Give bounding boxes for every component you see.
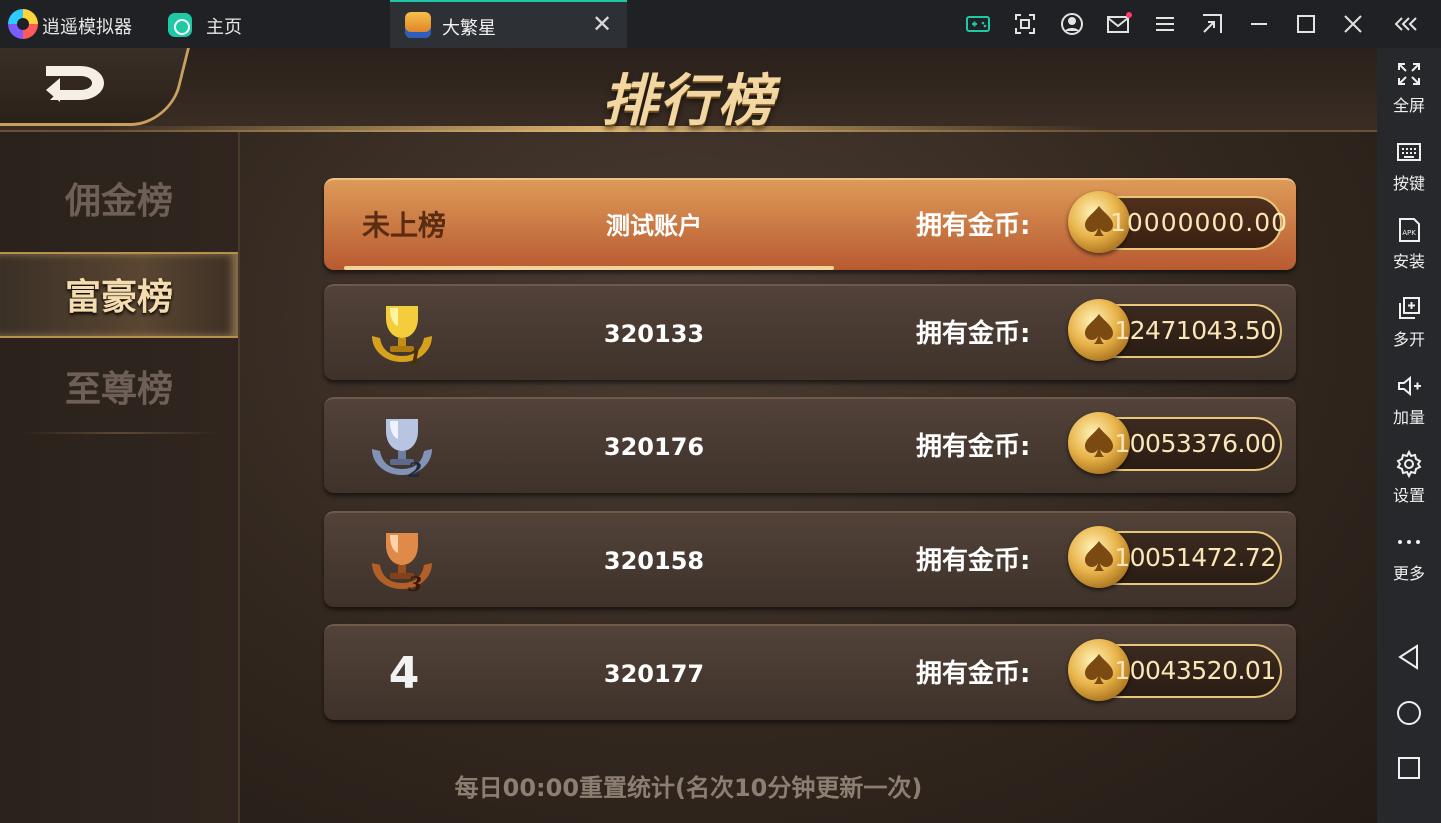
- self-username: 测试账户: [606, 212, 702, 240]
- coin-value: 10051472.72: [1114, 543, 1276, 572]
- bronze-medal-icon: 3: [372, 533, 432, 596]
- coin-display: 12471043.50: [1068, 299, 1282, 361]
- shrink-icon[interactable]: [1198, 10, 1226, 38]
- multi-instance-icon: [1399, 297, 1420, 319]
- fullscreen-icon: [1398, 63, 1420, 85]
- coin-value: 12471043.50: [1114, 316, 1276, 345]
- minimize-icon[interactable]: [1245, 10, 1273, 38]
- gold-medal-icon: 1: [372, 306, 432, 369]
- self-rank-row: 未上榜 测试账户 拥有金币: 10000000.00: [324, 178, 1296, 270]
- tab-home[interactable]: 主页: [160, 0, 388, 48]
- coin-display: 10043520.01: [1068, 639, 1282, 701]
- row-username: 320177: [603, 660, 705, 688]
- coin-display: 10000000.00: [1068, 191, 1289, 253]
- tab-commission[interactable]: 佣金榜: [0, 158, 238, 244]
- home-tab-icon: [168, 13, 192, 37]
- back-icon[interactable]: [1394, 642, 1424, 672]
- coin-label: 拥有金币:: [916, 546, 1031, 576]
- coin-label: 拥有金币:: [916, 432, 1031, 462]
- menu-icon[interactable]: [1151, 10, 1179, 38]
- silver-medal-icon: 2: [372, 419, 432, 482]
- silver-medal-digit: 2: [407, 458, 422, 482]
- sidebar-item-more[interactable]: 更多: [1377, 518, 1441, 588]
- user-icon[interactable]: [1058, 10, 1086, 38]
- emulator-titlebar: 逍遥模拟器 主页 大繁星 ✕: [0, 0, 1441, 48]
- sidebar-item-keymap[interactable]: 按键: [1377, 128, 1441, 198]
- bronze-medal-digit: 3: [408, 572, 422, 596]
- mail-icon[interactable]: [1104, 10, 1132, 38]
- sidebar-item-volume[interactable]: 加量: [1377, 362, 1441, 432]
- maximize-icon[interactable]: [1292, 10, 1320, 38]
- emulator-sidebar: 全屏 按键 APK 安装 多开 加量 设置 更多: [1377, 48, 1441, 823]
- tab-close-icon[interactable]: ✕: [592, 10, 612, 38]
- close-icon[interactable]: [1339, 10, 1367, 38]
- reset-note: 每日00:00重置统计(名次10分钟更新一次): [454, 774, 923, 802]
- apk-icon: APK: [1399, 218, 1420, 242]
- volume-up-icon: [1398, 375, 1421, 397]
- self-rank-label: 未上榜: [361, 209, 446, 242]
- table-row: 1 320133 拥有金币: 12471043.50: [324, 284, 1296, 380]
- keyboard-icon: [1397, 143, 1421, 161]
- recent-square-icon[interactable]: [1394, 753, 1424, 783]
- page-title: 排行榜: [601, 68, 776, 134]
- sidebar-label-install: 安装: [1392, 252, 1425, 271]
- row-rank-number: 4: [388, 648, 420, 699]
- more-icon: [1398, 540, 1420, 544]
- game-tab-icon: [405, 12, 431, 38]
- category-menu: 佣金榜 富豪榜 至尊榜: [0, 132, 240, 823]
- row-username: 320176: [603, 433, 705, 461]
- coin-display: 10053376.00: [1068, 412, 1282, 474]
- screenshot-icon[interactable]: [1011, 10, 1039, 38]
- collapse-icon[interactable]: [1394, 10, 1422, 38]
- app-name: 逍遥模拟器: [42, 17, 132, 38]
- sidebar-label-fullscreen: 全屏: [1392, 96, 1425, 115]
- row-username: 320158: [603, 547, 705, 575]
- gamepad-icon[interactable]: [964, 10, 992, 38]
- coin-value: 10000000.00: [1110, 208, 1289, 237]
- sidebar-label-more: 更多: [1392, 564, 1425, 583]
- sidebar-label-volume: 加量: [1392, 408, 1425, 427]
- sidebar-item-multi[interactable]: 多开: [1377, 284, 1441, 354]
- table-row: 2 320176 拥有金币: 10053376.00: [324, 397, 1296, 493]
- tab-supreme[interactable]: 至尊榜: [0, 346, 238, 432]
- sidebar-item-fullscreen[interactable]: 全屏: [1377, 50, 1441, 120]
- coin-value: 10053376.00: [1114, 429, 1276, 458]
- coin-value: 10043520.01: [1114, 656, 1276, 685]
- table-row: 3 320158 拥有金币: 10051472.72: [324, 511, 1296, 607]
- gear-icon: [1396, 450, 1422, 478]
- sidebar-label-settings: 设置: [1392, 486, 1425, 505]
- tab-wealth[interactable]: 富豪榜: [0, 252, 238, 338]
- row-username: 320133: [603, 320, 705, 348]
- coin-label: 拥有金币:: [916, 211, 1031, 241]
- coin-display: 10051472.72: [1068, 526, 1282, 588]
- coin-label: 拥有金币:: [916, 319, 1031, 349]
- sidebar-item-settings[interactable]: 设置: [1377, 440, 1441, 510]
- sidebar-label-keymap: 按键: [1392, 174, 1425, 193]
- game-screen: 排行榜 佣金榜 富豪榜 至尊榜 未上榜 测试账户 拥有金币: 10000000.…: [0, 48, 1377, 823]
- sidebar-item-install[interactable]: APK 安装: [1377, 206, 1441, 276]
- gold-medal-digit: 1: [408, 345, 422, 369]
- home-circle-icon[interactable]: [1394, 698, 1424, 728]
- app-logo-icon: [8, 9, 38, 39]
- table-row: 4 320177 拥有金币: 10043520.01: [324, 624, 1296, 720]
- sidebar-label-multi: 多开: [1392, 330, 1425, 349]
- self-row-highlight: [344, 266, 834, 270]
- tab-game[interactable]: 大繁星 ✕: [390, 0, 627, 48]
- category-divider: [20, 432, 220, 434]
- coin-label: 拥有金币:: [916, 659, 1031, 689]
- tab-home-label: 主页: [206, 17, 242, 38]
- apk-icon-text: APK: [1402, 229, 1416, 237]
- tab-game-label: 大繁星: [442, 18, 496, 39]
